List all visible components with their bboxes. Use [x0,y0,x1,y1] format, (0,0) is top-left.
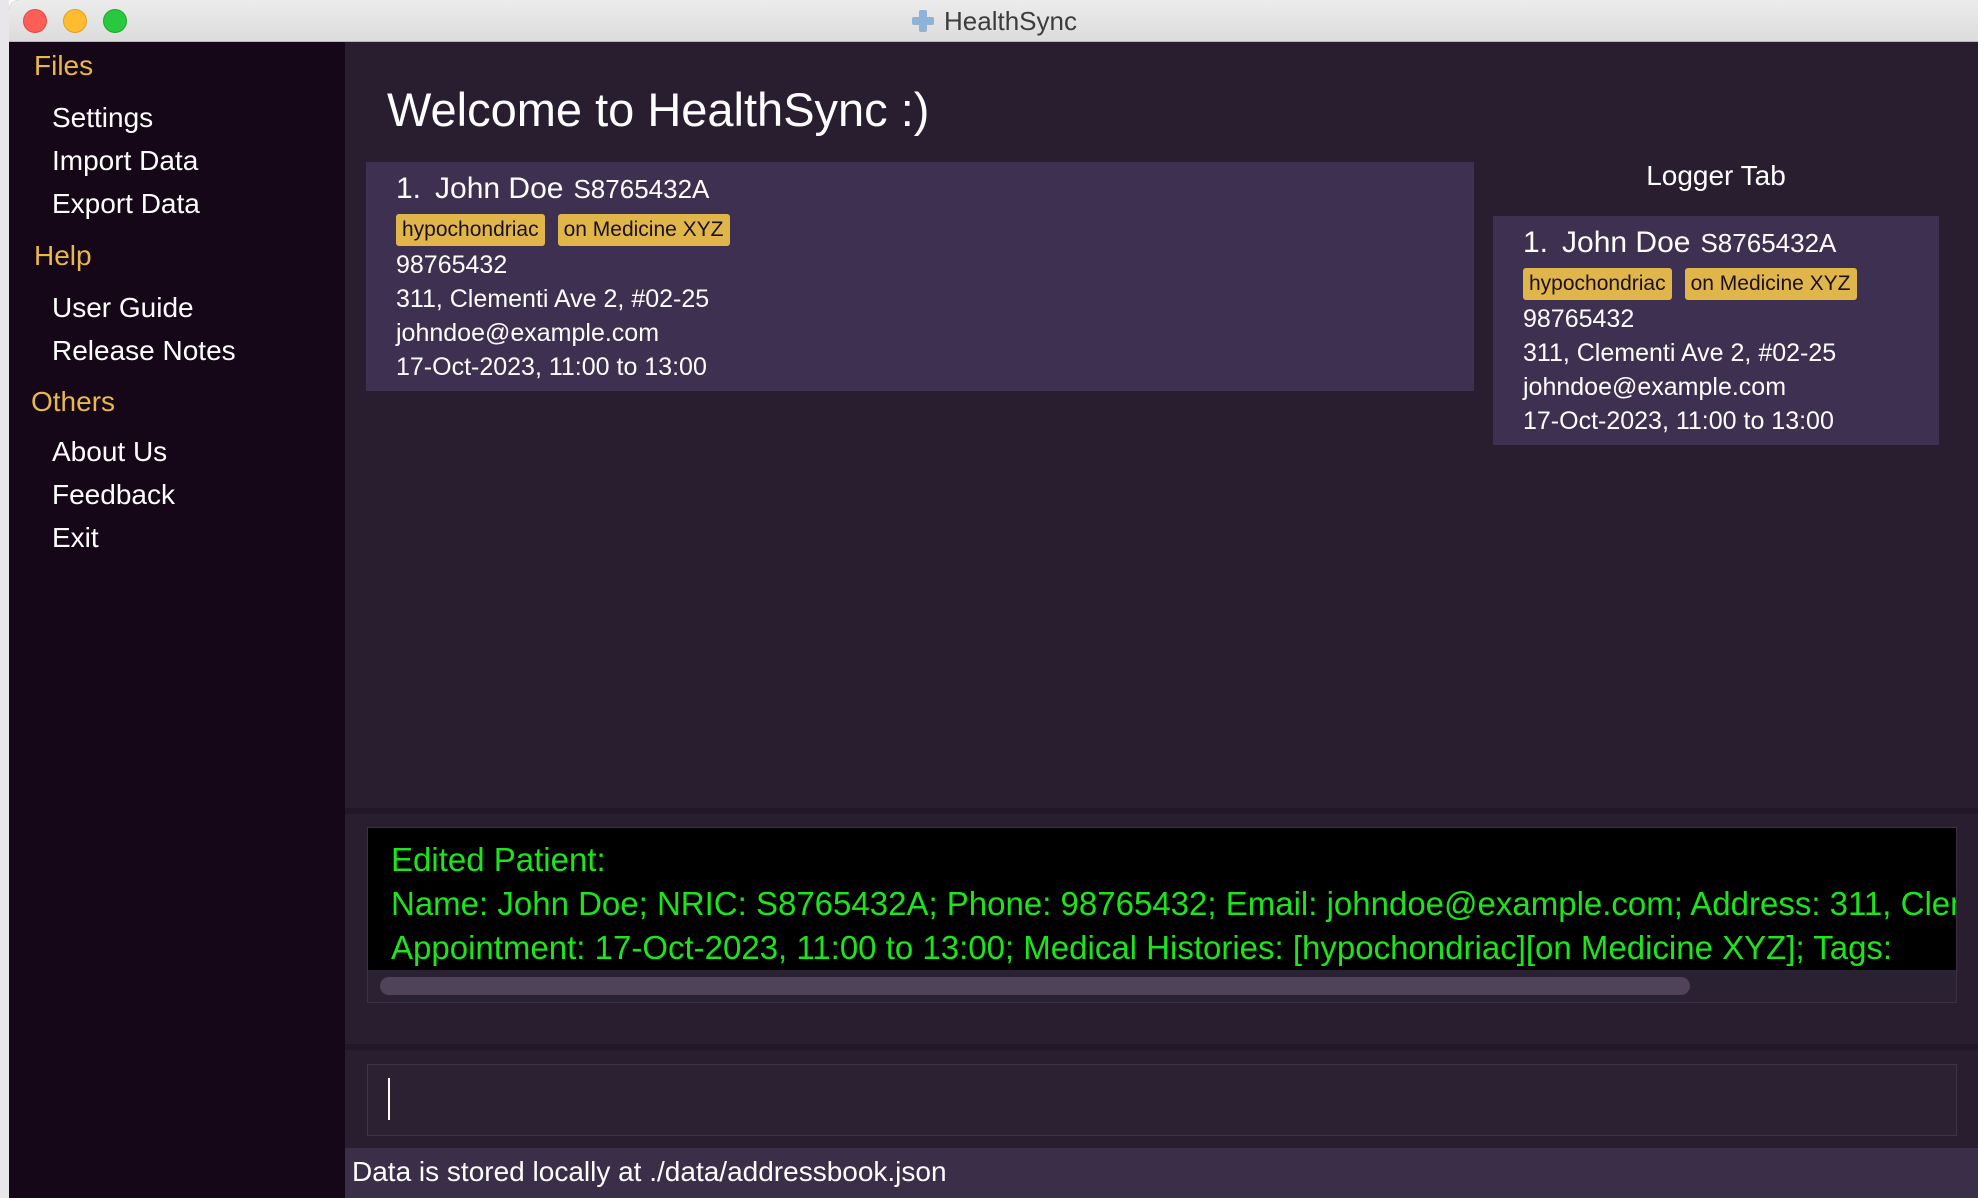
horizontal-scrollbar[interactable] [368,970,1956,1002]
command-input[interactable] [367,1064,1957,1136]
patient-email: johndoe@example.com [396,319,660,347]
logger-nric: S8765432A [1700,228,1837,258]
logger-email: johndoe@example.com [1523,373,1787,401]
scrollbar-thumb[interactable] [380,977,1690,995]
sidebar-item-about-us[interactable]: About Us [52,436,167,468]
sidebar-item-release-notes[interactable]: Release Notes [52,335,236,367]
logger-name: John Doe [1562,226,1691,259]
window-title: HealthSync [944,5,1077,36]
tag-badge: on Medicine XYZ [557,214,730,246]
tag-badge: on Medicine XYZ [1684,268,1857,300]
result-line: Name: John Doe; NRIC: S8765432A; Phone: … [391,885,1957,922]
status-text: Data is stored locally at ./data/address… [352,1156,947,1187]
logger-tags: hypochondriac on Medicine XYZ [1523,268,1939,300]
app-window: HealthSync Files Settings Import Data Ex… [9,0,1978,1198]
logger-patient-card[interactable]: 1. John Doe S8765432A hypochondriac on M… [1493,216,1939,445]
sidebar-heading-files: Files [34,50,94,81]
patient-phone: 98765432 [396,251,508,279]
logger-appointment: 17-Oct-2023, 11:00 to 13:00 [1523,407,1834,435]
sidebar-item-feedback[interactable]: Feedback [52,479,175,511]
logger-address: 311, Clementi Ave 2, #02-25 [1523,339,1837,367]
desktop-background [0,0,9,1198]
sidebar: Files Settings Import Data Export Data H… [9,42,345,1198]
logger-card-header: 1. John Doe S8765432A [1523,226,1939,262]
sidebar-heading-help: Help [34,240,92,271]
sidebar-item-user-guide[interactable]: User Guide [52,292,194,324]
welcome-heading: Welcome to HealthSync :) [387,83,930,136]
sidebar-item-exit[interactable]: Exit [52,522,99,554]
patient-address: 311, Clementi Ave 2, #02-25 [396,285,710,313]
tag-badge: hypochondriac [1523,268,1672,300]
patient-appointment: 17-Oct-2023, 11:00 to 13:00 [396,353,707,381]
sidebar-item-export-data[interactable]: Export Data [52,188,200,220]
sidebar-item-import-data[interactable]: Import Data [52,145,198,177]
logger-index: 1. [1523,226,1549,259]
result-line: Appointment: 17-Oct-2023, 11:00 to 13:00… [391,929,1893,966]
status-bar: Data is stored locally at ./data/address… [345,1148,1978,1198]
patient-nric: S8765432A [573,174,710,204]
result-display[interactable]: Edited Patient: Name: John Doe; NRIC: S8… [367,827,1957,1003]
tag-badge: hypochondriac [396,214,545,246]
patient-name: John Doe [435,172,564,205]
patient-card-header: 1. John Doe S8765432A [396,172,1474,208]
patient-index: 1. [396,172,422,205]
logger-phone: 98765432 [1523,305,1635,333]
sidebar-heading-others: Others [31,386,116,417]
panel-divider[interactable] [345,1044,1978,1050]
title-bar[interactable]: HealthSync [9,0,1978,42]
medical-cross-icon [910,8,936,34]
panel-divider[interactable] [345,808,1978,814]
main-panel: Welcome to HealthSync :) 1. John Doe S87… [345,42,1978,1198]
result-text: Edited Patient: Name: John Doe; NRIC: S8… [391,838,1957,970]
patient-tags: hypochondriac on Medicine XYZ [396,214,1474,246]
sidebar-item-settings[interactable]: Settings [52,102,153,134]
logger-tab-title: Logger Tab [1646,160,1786,191]
title-group: HealthSync [9,0,1978,42]
patient-card[interactable]: 1. John Doe S8765432A hypochondriac on M… [366,162,1474,391]
result-line: Edited Patient: [391,841,606,878]
